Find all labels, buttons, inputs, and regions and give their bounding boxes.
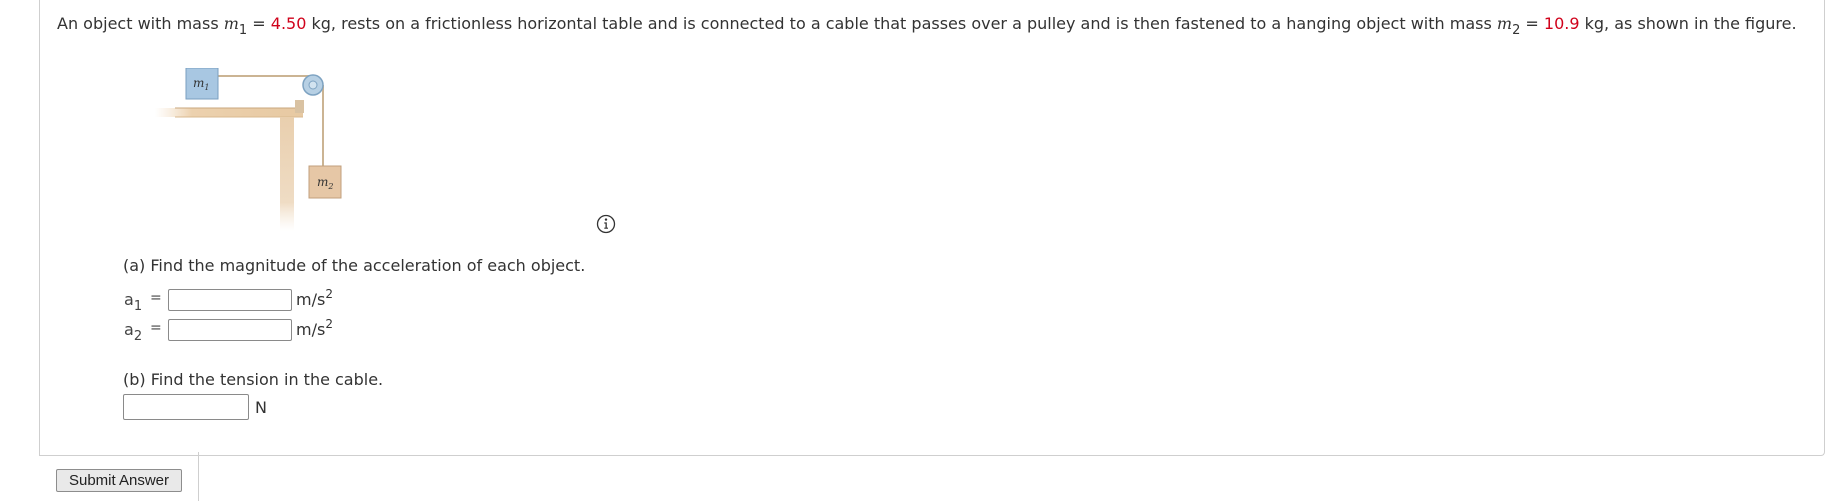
part-b-question: (b) Find the tension in the cable.: [123, 370, 384, 389]
block-m1-subscript: 1: [204, 83, 209, 92]
a1-subscript: 1: [133, 299, 143, 314]
problem-text-2: kg, rests on a frictionless horizontal t…: [306, 14, 1497, 33]
submit-answer-button[interactable]: Submit Answer: [56, 469, 182, 492]
block-m2-label: m: [317, 175, 328, 189]
tension-row: N: [123, 394, 267, 420]
m2-variable: m: [1496, 14, 1513, 33]
a1-unit-base: m/s: [296, 290, 326, 309]
a2-label: a2 =: [124, 320, 168, 344]
part-a-question: (a) Find the magnitude of the accelerati…: [123, 256, 586, 275]
a2-unit: m/s2: [296, 317, 333, 339]
tension-unit: N: [255, 397, 267, 417]
a1-unit-exponent: 2: [325, 287, 333, 301]
problem-text-3: kg, as shown in the figure.: [1579, 14, 1797, 33]
submit-strip: [198, 452, 1833, 501]
pulley-figure: m1 m2: [155, 68, 342, 231]
a1-equals: =: [150, 290, 162, 306]
a2-input[interactable]: [168, 318, 292, 341]
block-m1-label: m: [193, 76, 204, 90]
table-leg: [280, 117, 294, 231]
m2-value: 10.9: [1543, 14, 1580, 33]
a2-row: a2 = m/s2: [124, 317, 333, 344]
table-top: [155, 108, 303, 117]
m1-subscript: 1: [238, 23, 248, 38]
problem-text-1: An object with mass: [57, 14, 224, 33]
problem-statement: An object with mass m1 = 4.50 kg, rests …: [57, 8, 1802, 41]
equals-2: =: [1520, 14, 1544, 33]
a2-unit-base: m/s: [296, 320, 326, 339]
info-icon[interactable]: [596, 214, 616, 234]
a2-unit-exponent: 2: [325, 317, 333, 331]
a1-label: a1 =: [124, 290, 168, 314]
a2-subscript: 2: [133, 329, 143, 344]
m1-value: 4.50: [270, 14, 307, 33]
a1-unit: m/s2: [296, 287, 333, 309]
tension-input[interactable]: [123, 394, 249, 420]
a2-equals: =: [150, 320, 162, 336]
m1-variable: m: [223, 14, 239, 33]
a1-input[interactable]: [168, 288, 292, 311]
a1-row: a1 = m/s2: [124, 287, 333, 314]
equals-1: =: [247, 14, 271, 33]
a2-variable: a: [124, 320, 134, 339]
m2-subscript: 2: [1512, 23, 1521, 38]
block-m2-subscript: 2: [327, 182, 333, 191]
a1-variable: a: [124, 290, 134, 309]
